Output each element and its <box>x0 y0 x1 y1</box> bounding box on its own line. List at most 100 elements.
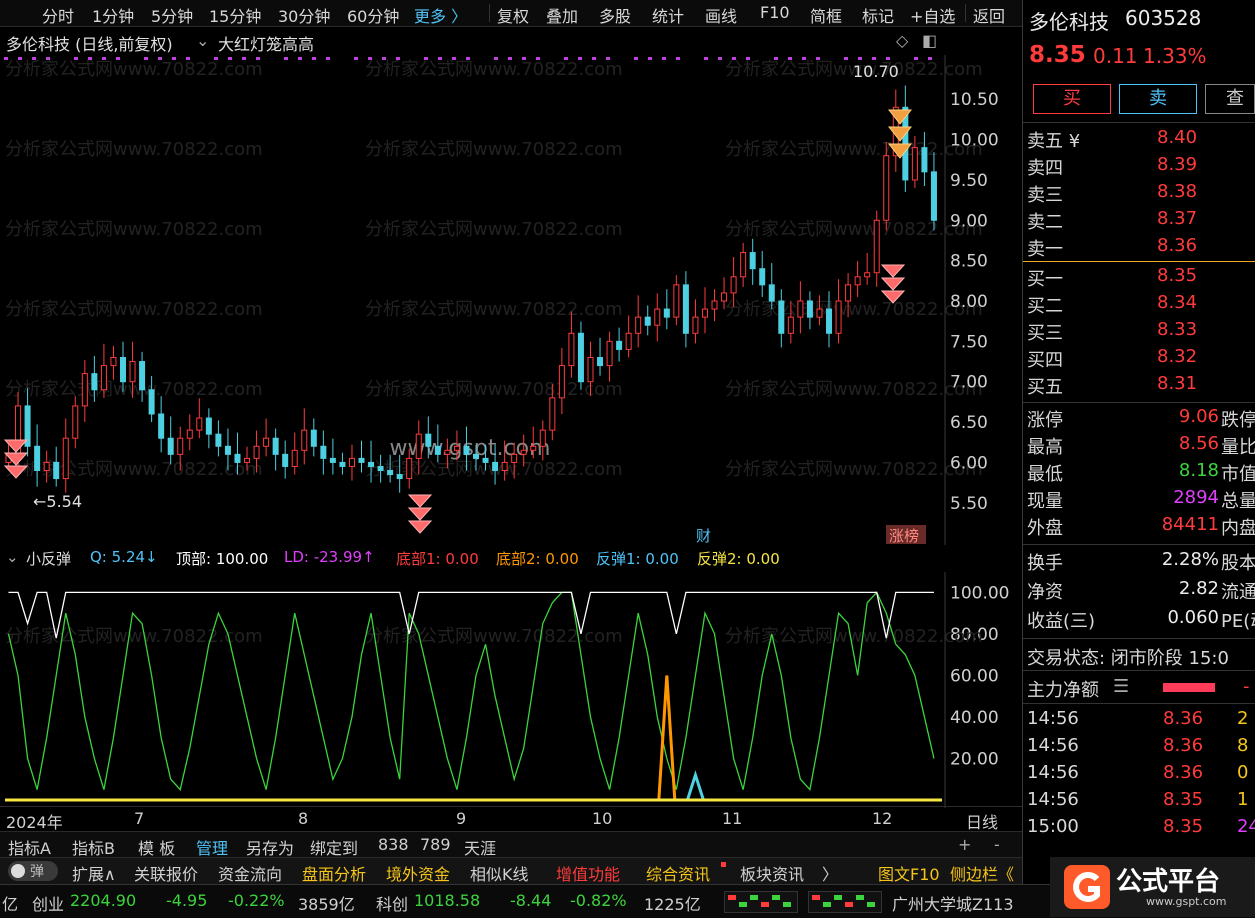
top-marker <box>606 57 610 60</box>
top-marker <box>816 57 820 60</box>
diamond-icon[interactable]: ◇ <box>896 31 908 50</box>
tab-7[interactable]: 789 <box>420 835 451 854</box>
candle-body <box>558 365 565 399</box>
toolbar-item-1[interactable]: 1分钟 <box>92 3 134 27</box>
ask-price[interactable]: 8.40 <box>1157 127 1197 148</box>
indicator-chart[interactable]: 100.0080.0060.0040.0020.00分析家公式网www.7082… <box>0 572 1022 808</box>
top-marker <box>88 57 92 60</box>
candle-body <box>110 357 117 367</box>
window-icon[interactable]: ◧ <box>922 31 937 50</box>
toolbar-item-5[interactable]: 60分钟 <box>347 3 399 27</box>
toolbar-item-13[interactable]: 简框 <box>810 3 842 27</box>
candle-body <box>921 147 928 173</box>
toolbar-item-10[interactable]: 统计 <box>652 3 684 27</box>
bid-price[interactable]: 8.34 <box>1157 292 1197 313</box>
bid-price[interactable]: 8.33 <box>1157 319 1197 340</box>
trade-status: 交易状态: 闭市阶段 15:0 <box>1027 648 1229 669</box>
orange-spike <box>657 675 677 801</box>
ask-price[interactable]: 8.38 <box>1157 181 1197 202</box>
notify-dot-icon <box>721 862 726 867</box>
candle-body <box>473 453 479 459</box>
candle-body <box>768 284 775 302</box>
tab-2[interactable]: 模 板 <box>138 835 175 859</box>
candle-body <box>797 300 804 318</box>
lantern-marker <box>880 264 906 278</box>
tab-3[interactable]: 管理 <box>196 835 228 859</box>
ask-price[interactable]: 8.37 <box>1157 208 1197 229</box>
toolbar-item-12[interactable]: F10 <box>760 3 790 22</box>
func-item-0[interactable]: 扩展∧ <box>72 861 116 885</box>
tab-6[interactable]: 838 <box>378 835 409 854</box>
func-item-4[interactable]: 境外资金 <box>386 861 450 885</box>
candle-body <box>883 155 890 221</box>
func-item-3[interactable]: 盘面分析 <box>302 861 366 885</box>
toolbar-item-0[interactable]: 分时 <box>42 3 74 27</box>
top-marker <box>368 57 372 60</box>
toolbar-item-2[interactable]: 5分钟 <box>151 3 193 27</box>
divider <box>1023 122 1255 123</box>
toolbar-item-6[interactable]: 更多 〉 <box>414 3 467 27</box>
price-tick-label: 10.50 <box>950 90 999 110</box>
bid-price[interactable]: 8.31 <box>1157 373 1197 394</box>
price-tick-label: 7.00 <box>950 373 988 393</box>
func-item-10[interactable]: 图文F10 <box>878 861 940 885</box>
candlestick-chart[interactable]: 分析家公式网www.70822.com 分析家公式网www.70822.com 分析… <box>0 55 1022 545</box>
ask-price[interactable]: 8.36 <box>1157 235 1197 256</box>
toolbar-item-3[interactable]: 15分钟 <box>209 3 261 27</box>
toolbar-item-8[interactable]: 叠加 <box>546 3 578 27</box>
minus-icon[interactable]: - <box>994 835 1000 854</box>
bid-price[interactable]: 8.32 <box>1157 346 1197 367</box>
candle-body <box>539 429 546 447</box>
func-item-9[interactable]: 〉 <box>822 861 838 885</box>
func-item-7[interactable]: 综合资讯 <box>646 861 710 885</box>
date-label: 10 <box>592 809 613 828</box>
event-label-finance[interactable]: 财 <box>696 527 711 545</box>
indicator-tabs: + - 指标A 指标B 模 板管理 另存为 绑定到 838 789 天涯 <box>0 831 1022 859</box>
divider <box>1023 670 1255 671</box>
stat-label-right: 跌停 <box>1221 410 1255 431</box>
ask-price[interactable]: 8.39 <box>1157 154 1197 175</box>
toolbar-item-15[interactable]: +自选 <box>910 3 955 27</box>
candle-body <box>854 276 861 286</box>
top-marker <box>116 57 120 60</box>
tab-8[interactable]: 天涯 <box>464 835 496 859</box>
func-item-8[interactable]: 板块资讯 <box>740 861 804 885</box>
toggle-switch[interactable]: 弹 <box>8 861 58 881</box>
watermark-text: 分析家公式网www.70822.com <box>365 59 623 80</box>
function-bar: 弹 扩展∧ 关联报价 资金流向 盘面分析 境外资金 相似K线 增值功能 综合资讯 板块资讯〉 图文… <box>0 857 1022 884</box>
func-item-5[interactable]: 相似K线 <box>470 861 529 885</box>
tab-0[interactable]: 指标A <box>8 835 51 859</box>
date-label[interactable]: 日线 <box>966 809 998 833</box>
tab-5[interactable]: 绑定到 <box>310 835 358 859</box>
toolbar-item-16[interactable]: 返回 <box>973 3 1005 27</box>
stat2-label: 换手 <box>1027 553 1063 574</box>
chevron-down-icon[interactable]: ⌄ <box>196 31 209 50</box>
func-item-1[interactable]: 关联报价 <box>134 861 198 885</box>
watermark-text: 分析家公式网www.70822.com <box>725 459 983 480</box>
tab-4[interactable]: 另存为 <box>246 835 294 859</box>
sell-button[interactable]: 卖 <box>1119 84 1197 114</box>
toolbar-item-4[interactable]: 30分钟 <box>278 3 330 27</box>
toolbar-item-14[interactable]: 标记 <box>862 3 894 27</box>
list-icon[interactable]: ☰ <box>1113 676 1129 697</box>
toolbar-item-9[interactable]: 多股 <box>599 3 631 27</box>
plus-icon[interactable]: + <box>958 835 971 854</box>
candle-body <box>501 461 508 471</box>
bid-price[interactable]: 8.35 <box>1157 265 1197 286</box>
top-marker <box>158 57 162 60</box>
toolbar-item-7[interactable]: 复权 <box>497 3 529 27</box>
candle-body <box>911 147 918 181</box>
date-label: 12 <box>872 809 893 828</box>
query-button[interactable]: 查 <box>1205 84 1255 114</box>
candle-body <box>787 316 794 334</box>
ask-label: 卖四 <box>1027 158 1063 179</box>
func-item-6[interactable]: 增值功能 <box>556 861 620 885</box>
func-item-2[interactable]: 资金流向 <box>218 861 282 885</box>
indicator-name[interactable]: 大红灯笼高高 <box>218 31 314 55</box>
toolbar-item-11[interactable]: 画线 <box>705 3 737 27</box>
buy-button[interactable]: 买 <box>1033 84 1111 114</box>
event-label-rank[interactable]: 涨榜 <box>889 527 919 545</box>
func-item-11[interactable]: 侧边栏《 <box>950 861 1014 885</box>
tab-1[interactable]: 指标B <box>72 835 115 859</box>
chevron-down-icon[interactable]: ⌄ <box>6 548 19 566</box>
